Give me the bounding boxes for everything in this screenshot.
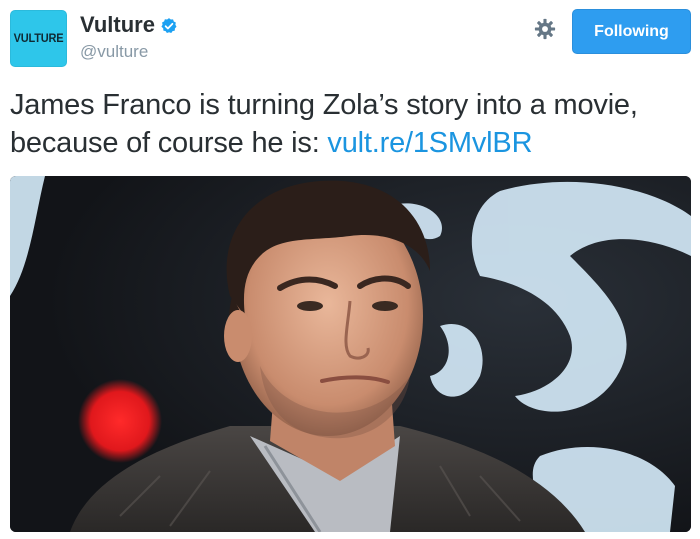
avatar[interactable]: VULTURE <box>10 10 67 67</box>
gear-icon[interactable] <box>534 18 556 40</box>
avatar-logo-text: VULTURE <box>13 32 64 45</box>
screen-name[interactable]: @vulture <box>80 42 148 62</box>
following-button[interactable]: Following <box>572 9 691 54</box>
tweet-text: James Franco is turning Zola’s story int… <box>10 86 690 162</box>
display-name[interactable]: Vulture <box>80 12 155 38</box>
tweet-text-body: James Franco is turning Zola’s story int… <box>10 89 638 159</box>
tweet-link[interactable]: vult.re/1SMvlBR <box>327 127 532 159</box>
verified-badge-icon <box>161 18 177 33</box>
author-name-row: Vulture <box>80 12 178 38</box>
tweet-photo[interactable] <box>10 176 691 532</box>
photo-image <box>10 176 691 532</box>
